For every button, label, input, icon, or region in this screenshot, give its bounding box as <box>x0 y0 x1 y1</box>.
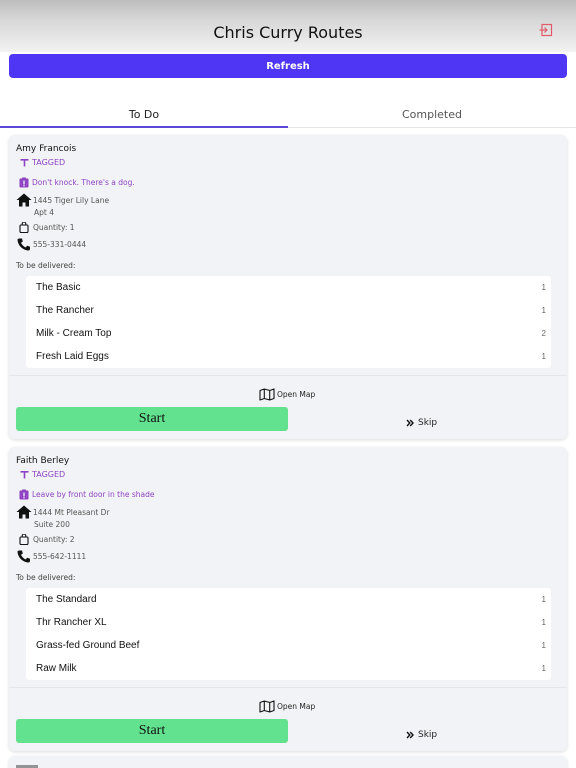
quantity-row: Quantity: 2 <box>16 534 75 545</box>
start-button[interactable]: Start <box>16 719 288 743</box>
list-item: Thr Rancher XL 1 <box>26 611 551 634</box>
address-row: 1445 Tiger Lily Lane <box>16 193 109 207</box>
logout-icon[interactable] <box>539 23 553 37</box>
bag-icon <box>16 534 32 545</box>
skip-label: Skip <box>418 418 438 428</box>
order-card: Faith Berley TAGGED Leave by front door … <box>9 447 567 751</box>
skip-button[interactable]: Skip <box>406 730 437 740</box>
phone-number[interactable]: 555-642-1111 <box>33 552 86 561</box>
list-item: The Rancher 1 <box>26 299 551 322</box>
open-map-label: Open Map <box>277 390 316 399</box>
note-row: Leave by front door in the shade <box>16 489 154 500</box>
customer-name: Faith Berley <box>16 456 70 466</box>
item-name: Fresh Laid Eggs <box>36 351 109 362</box>
skip-button[interactable]: Skip <box>406 418 437 428</box>
item-name: Milk - Cream Top <box>36 328 112 339</box>
app-header: Chris Curry Routes <box>0 0 576 52</box>
open-map-button[interactable]: Open Map <box>259 388 315 401</box>
item-quantity: 2 <box>541 329 546 338</box>
page-title: Chris Curry Routes <box>213 23 363 42</box>
note-row: Don't knock. There's a dog. <box>16 177 135 188</box>
address-line-1: 1445 Tiger Lily Lane <box>33 195 110 205</box>
item-quantity: 1 <box>541 664 546 673</box>
bag-icon <box>16 222 32 233</box>
phone-icon <box>16 238 32 251</box>
address-line-2: Apt 4 <box>34 208 54 217</box>
start-button[interactable]: Start <box>16 407 288 431</box>
quantity-row: Quantity: 1 <box>16 222 75 233</box>
phone-icon <box>16 550 32 563</box>
tab-completed[interactable]: Completed <box>288 100 576 128</box>
home-icon <box>16 505 32 519</box>
alert-icon <box>16 177 32 188</box>
to-be-delivered-label: To be delivered: <box>16 261 76 270</box>
item-quantity: 1 <box>541 306 546 315</box>
item-quantity: 1 <box>541 352 546 361</box>
tag-label: TAGGED <box>32 158 66 167</box>
divider <box>9 687 567 688</box>
item-name: The Standard <box>36 594 97 605</box>
phone-row: 555-642-1111 <box>16 550 86 563</box>
address-line-1: 1444 Mt Pleasant Dr <box>33 507 110 517</box>
tag-row: TAGGED <box>16 470 65 479</box>
address-row: 1444 Mt Pleasant Dr <box>16 505 110 519</box>
refresh-button[interactable]: Refresh <box>9 54 567 78</box>
double-chevron-right-icon <box>406 419 414 427</box>
map-icon <box>259 388 275 401</box>
item-quantity: 1 <box>541 641 546 650</box>
list-item: The Standard 1 <box>26 588 551 611</box>
home-icon <box>16 193 32 207</box>
open-map-label: Open Map <box>277 702 316 711</box>
list-item: The Basic 1 <box>26 276 551 299</box>
customer-name: Amy Francois <box>16 144 77 154</box>
open-map-button[interactable]: Open Map <box>259 700 315 713</box>
item-quantity: 1 <box>541 595 546 604</box>
tag-icon <box>16 470 32 479</box>
tag-icon <box>16 158 32 167</box>
phone-number[interactable]: 555-331-0444 <box>33 240 86 249</box>
item-quantity: 1 <box>541 618 546 627</box>
list-item: Fresh Laid Eggs 1 <box>26 345 551 368</box>
alert-icon <box>16 489 32 500</box>
list-item: Grass-fed Ground Beef 1 <box>26 634 551 657</box>
tag-label: TAGGED <box>32 470 66 479</box>
skip-label: Skip <box>418 730 438 740</box>
quantity-text: Quantity: 2 <box>33 535 75 544</box>
double-chevron-right-icon <box>406 731 414 739</box>
address-line-2: Suite 200 <box>34 520 70 529</box>
to-be-delivered-label: To be delivered: <box>16 573 76 582</box>
item-name: The Basic <box>36 282 81 293</box>
item-quantity: 1 <box>541 283 546 292</box>
item-name: Thr Rancher XL <box>36 617 107 628</box>
delivery-note: Leave by front door in the shade <box>32 490 155 499</box>
item-name: Grass-fed Ground Beef <box>36 640 140 651</box>
delivery-note: Don't knock. There's a dog. <box>32 178 135 187</box>
tab-to-do[interactable]: To Do <box>0 100 288 128</box>
item-name: The Rancher <box>36 305 94 316</box>
item-name: Raw Milk <box>36 663 77 674</box>
list-item: Milk - Cream Top 2 <box>26 322 551 345</box>
divider <box>9 375 567 376</box>
order-card: Amy Francois TAGGED Don't knock. There's… <box>9 135 567 439</box>
map-icon <box>259 700 275 713</box>
order-card-partial <box>9 756 567 768</box>
item-list: The Basic 1 The Rancher 1 Milk - Cream T… <box>26 276 551 368</box>
quantity-text: Quantity: 1 <box>33 223 75 232</box>
tag-row: TAGGED <box>16 158 65 167</box>
phone-row: 555-331-0444 <box>16 238 86 251</box>
item-list: The Standard 1 Thr Rancher XL 1 Grass-fe… <box>26 588 551 680</box>
tab-bar: To Do Completed <box>0 100 576 128</box>
list-item: Raw Milk 1 <box>26 657 551 680</box>
